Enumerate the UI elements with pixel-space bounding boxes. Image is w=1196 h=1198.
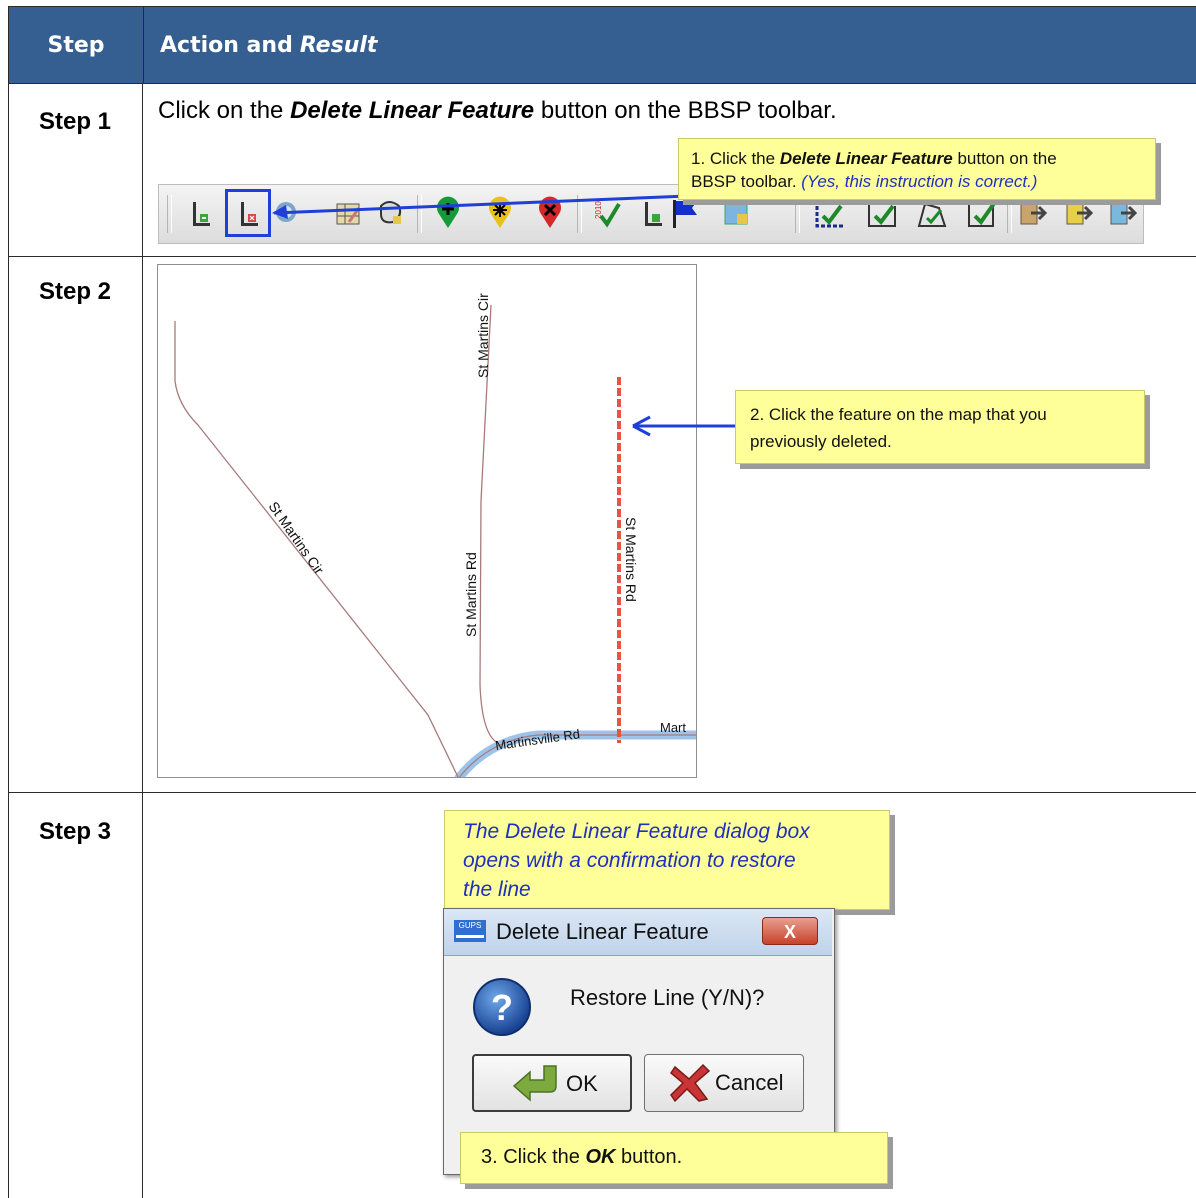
map-label-road6: Mart [660, 720, 686, 735]
header-action-text: Action and [160, 32, 293, 58]
toolbar-separator [167, 195, 172, 233]
cancel-button[interactable]: Cancel [644, 1054, 804, 1112]
header-result-text: Result [299, 32, 378, 58]
c3-pre: 3. Click the [481, 1146, 586, 1168]
callout-2-line2: previously deleted. [750, 432, 892, 451]
map-view[interactable]: St Martins Cir St Martins Cir St Martins… [157, 264, 697, 778]
st-martins-cir-west-line[interactable] [174, 321, 459, 777]
callout-3-line1: The Delete Linear Feature dialog box [463, 820, 810, 843]
map-canvas[interactable]: St Martins Cir St Martins Cir St Martins… [158, 265, 697, 778]
check-edit-1-icon[interactable] [813, 196, 847, 230]
header-step: Step [47, 32, 105, 58]
c3-bold: OK [585, 1146, 616, 1168]
ok-label: OK [566, 1071, 598, 1096]
delete-line-highlight [225, 189, 271, 237]
ok-arrow-icon [512, 1065, 557, 1102]
instr-pre: Click on the [158, 97, 291, 124]
callout-2-line1: 2. Click the feature on the map that you [750, 405, 1047, 424]
map-label-road5: Martinsville Rd [494, 726, 581, 753]
dialog-message: Restore Line (Y/N)? [570, 985, 765, 1010]
header-action: Action and Result [143, 7, 377, 83]
c1-pre: 1. Click the [691, 149, 780, 168]
callout-arrow-2 [632, 415, 738, 437]
map-tool-icon[interactable] [719, 196, 753, 230]
export-3-icon[interactable] [1107, 196, 1141, 230]
map-label-road2: St Martins Cir [475, 293, 491, 378]
dialog-titlebar: GUPS Delete Linear Feature X [444, 909, 832, 956]
callout-3-line3: the line [463, 878, 531, 901]
row-divider-1 [8, 256, 1196, 257]
cancel-label: Cancel [715, 1070, 784, 1095]
row-divider-2 [8, 792, 1196, 793]
c1b-pre: BBSP toolbar. [691, 172, 802, 191]
callout-1-line2: BBSP toolbar. (Yes, this instruction is … [691, 170, 1155, 193]
toolbar-separator [1007, 195, 1012, 233]
dialog-title: Delete Linear Feature [496, 919, 709, 944]
map-label-road4: St Martins Rd [623, 517, 639, 602]
map-label-road1: St Martins Cir [266, 499, 328, 578]
c3-post: button. [615, 1146, 683, 1168]
close-button[interactable]: X [762, 917, 818, 945]
app-icon: GUPS [454, 920, 486, 942]
step-1-instruction: Click on the Delete Linear Feature butto… [158, 97, 837, 125]
export-1-icon[interactable] [1017, 196, 1051, 230]
callout-arrow-1 [272, 194, 689, 219]
question-icon: ? [473, 978, 531, 1036]
step-2-callout: 2. Click the feature on the map that you… [735, 390, 1145, 464]
instr-bold: Delete Linear Feature [290, 97, 535, 124]
step-3-top-callout: The Delete Linear Feature dialog box ope… [444, 810, 890, 910]
ok-button[interactable]: OK [472, 1054, 632, 1112]
check-edit-2-icon[interactable] [865, 196, 899, 230]
check-edit-4-icon[interactable] [965, 196, 999, 230]
table-header: Step Action and Result [9, 6, 1196, 84]
column-divider [142, 84, 143, 1198]
cancel-x-icon [670, 1063, 711, 1103]
map-label-road3: St Martins Rd [463, 552, 479, 637]
svg-text:?: ? [491, 987, 513, 1028]
step-3-label: Step 3 [38, 818, 112, 845]
c1-bold: Delete Linear Feature [779, 149, 953, 168]
add-line-icon[interactable] [183, 196, 217, 230]
step-2-label: Step 2 [38, 278, 112, 305]
instr-post: button on the BBSP toolbar. [534, 97, 837, 124]
c1-post: button on the [952, 149, 1057, 168]
callout-3-line2: opens with a confirmation to restore [463, 849, 796, 872]
step-1-label: Step 1 [38, 108, 112, 135]
step-3-bottom-callout: 3. Click the OK button. [460, 1132, 888, 1184]
toolbar-separator [795, 195, 800, 233]
callout-1-line1: 1. Click the Delete Linear Feature butto… [691, 147, 1155, 170]
step-1-callout: 1. Click the Delete Linear Feature butto… [678, 138, 1156, 200]
check-edit-3-icon[interactable] [915, 196, 949, 230]
c1b-italic: (Yes, this instruction is correct.) [801, 172, 1038, 191]
export-2-icon[interactable] [1063, 196, 1097, 230]
